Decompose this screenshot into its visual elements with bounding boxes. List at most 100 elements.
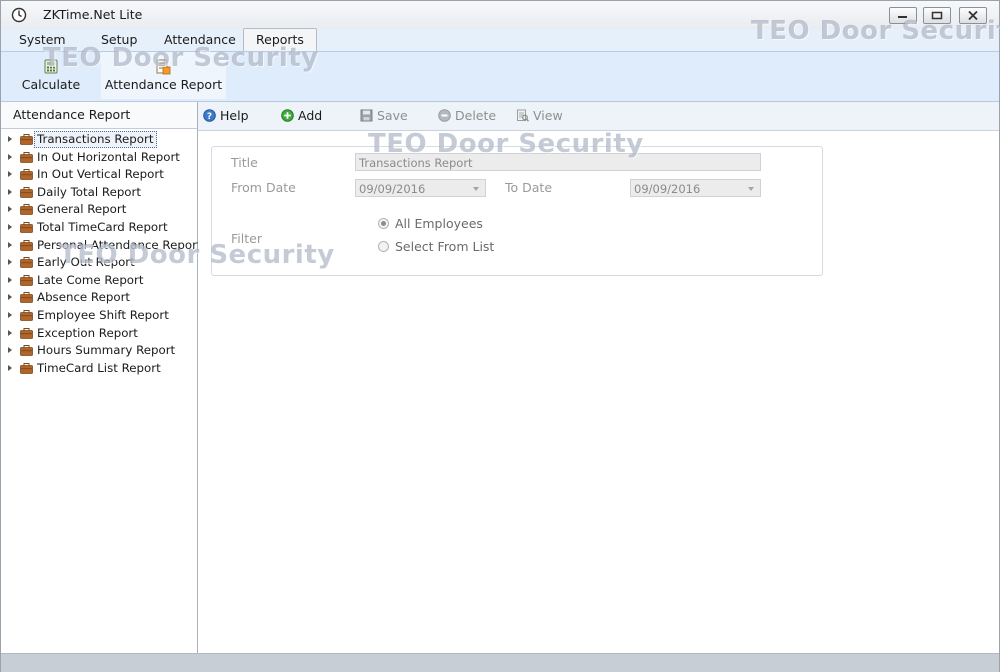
tree-item[interactable]: Exception Report [1,325,197,343]
tree-item-label: In Out Horizontal Report [37,149,180,164]
status-bar [1,653,999,672]
tree-item-label: General Report [37,202,127,217]
tree-item-label: Absence Report [37,290,131,305]
select-from-list-radio[interactable] [378,241,389,252]
tree-item[interactable]: Employee Shift Report [1,307,197,325]
tree-item[interactable]: Personal Attendance Report [1,237,202,255]
expand-arrow-icon[interactable] [8,136,12,142]
tree-item[interactable]: General Report [1,201,197,219]
briefcase-icon [20,204,33,216]
tree-item-label: Exception Report [37,325,138,340]
tree-item-label: Personal Attendance Report [37,237,202,252]
expand-arrow-icon[interactable] [8,347,12,354]
title-field[interactable]: Transactions Report [355,153,761,171]
menu-setup[interactable]: Setup [89,29,149,51]
help-icon: ? [203,109,216,122]
close-button[interactable] [959,7,987,24]
tree-item[interactable]: Daily Total Report [1,184,197,202]
toolbar: ? Help Add Save Delete View [198,102,999,131]
expand-arrow-icon[interactable] [8,171,12,178]
add-label: Add [298,108,323,123]
briefcase-icon [20,257,33,269]
tree-item[interactable]: Transactions Report [1,131,197,149]
save-icon [360,109,373,122]
select-from-list-label[interactable]: Select From List [395,239,494,254]
expand-arrow-icon[interactable] [8,188,12,195]
tree-item[interactable]: Total TimeCard Report [1,219,197,237]
add-icon [281,109,294,122]
app-window: ZKTime.Net Lite System Setup Attendance … [0,0,1000,672]
expand-arrow-icon[interactable] [8,364,12,371]
briefcase-icon [20,221,33,233]
menu-system[interactable]: System [7,29,78,51]
clock-icon [11,7,27,23]
report-icon [156,59,171,75]
to-date-value: 09/09/2016 [634,182,701,196]
report-form: Title Transactions Report From Date 09/0… [211,146,823,276]
ribbon: Calculate Attendance Report [1,52,999,102]
help-label: Help [220,108,249,123]
chevron-down-icon [748,187,754,191]
delete-label: Delete [455,108,497,123]
tree-item-label: Late Come Report [37,272,144,287]
tree-item-label: TimeCard List Report [37,360,161,375]
tree-item[interactable]: In Out Horizontal Report [1,149,197,167]
tree-item-label: Employee Shift Report [37,307,169,322]
report-tree: Transactions Report In Out Horizontal Rep… [1,131,202,378]
expand-arrow-icon[interactable] [8,276,12,283]
briefcase-icon [20,345,33,357]
view-label: View [533,108,563,123]
close-icon [968,11,978,20]
expand-arrow-icon[interactable] [8,206,12,213]
window-title: ZKTime.Net Lite [43,7,143,22]
all-employees-radio[interactable] [378,218,389,229]
save-label: Save [377,108,408,123]
tree-item[interactable]: Late Come Report [1,272,197,290]
expand-arrow-icon[interactable] [8,223,12,230]
tree-item-label: Total TimeCard Report [37,219,168,234]
delete-icon [438,109,451,122]
main-content: ? Help Add Save Delete View Title Transa… [198,102,999,653]
briefcase-icon [20,134,33,145]
title-bar: ZKTime.Net Lite [1,1,999,29]
tree-item[interactable]: Hours Summary Report [1,342,197,360]
chevron-down-icon [473,187,479,191]
from-date-label: From Date [231,180,296,195]
calculate-label: Calculate [21,77,81,92]
to-date-label: To Date [505,180,553,195]
attendance-report-button[interactable]: Attendance Report [101,52,226,99]
expand-arrow-icon[interactable] [8,311,12,318]
tree-item[interactable]: Absence Report [1,289,197,307]
from-date-value: 09/09/2016 [359,182,426,196]
attendance-report-label: Attendance Report [104,77,223,92]
to-date-picker[interactable]: 09/09/2016 [630,179,761,197]
view-icon [517,109,529,122]
calculate-button[interactable]: Calculate [15,52,87,99]
tree-item[interactable]: TimeCard List Report [1,360,197,378]
maximize-icon [931,11,943,20]
tree-item-label: In Out Vertical Report [37,167,164,182]
tree-item-label: Transactions Report [34,131,157,148]
briefcase-icon [20,309,33,321]
all-employees-label[interactable]: All Employees [395,216,483,231]
briefcase-icon [20,151,33,163]
from-date-picker[interactable]: 09/09/2016 [355,179,486,197]
expand-arrow-icon[interactable] [8,153,12,160]
expand-arrow-icon[interactable] [8,329,12,336]
menu-bar: System Setup Attendance Reports [1,28,999,52]
maximize-button[interactable] [923,7,951,24]
tree-item[interactable]: Early Out Report [1,254,197,272]
menu-reports[interactable]: Reports [243,28,317,51]
menu-attendance[interactable]: Attendance [152,29,248,51]
briefcase-icon [20,239,33,251]
expand-arrow-icon[interactable] [8,294,12,301]
expand-arrow-icon[interactable] [8,241,12,248]
tree-item-label: Hours Summary Report [37,343,176,358]
title-label: Title [231,155,258,170]
briefcase-icon [20,292,33,304]
calculator-icon [44,59,58,74]
expand-arrow-icon[interactable] [8,259,12,266]
tree-item[interactable]: In Out Vertical Report [1,166,197,184]
minimize-button[interactable] [889,7,917,24]
tree-item-label: Early Out Report [37,255,135,270]
